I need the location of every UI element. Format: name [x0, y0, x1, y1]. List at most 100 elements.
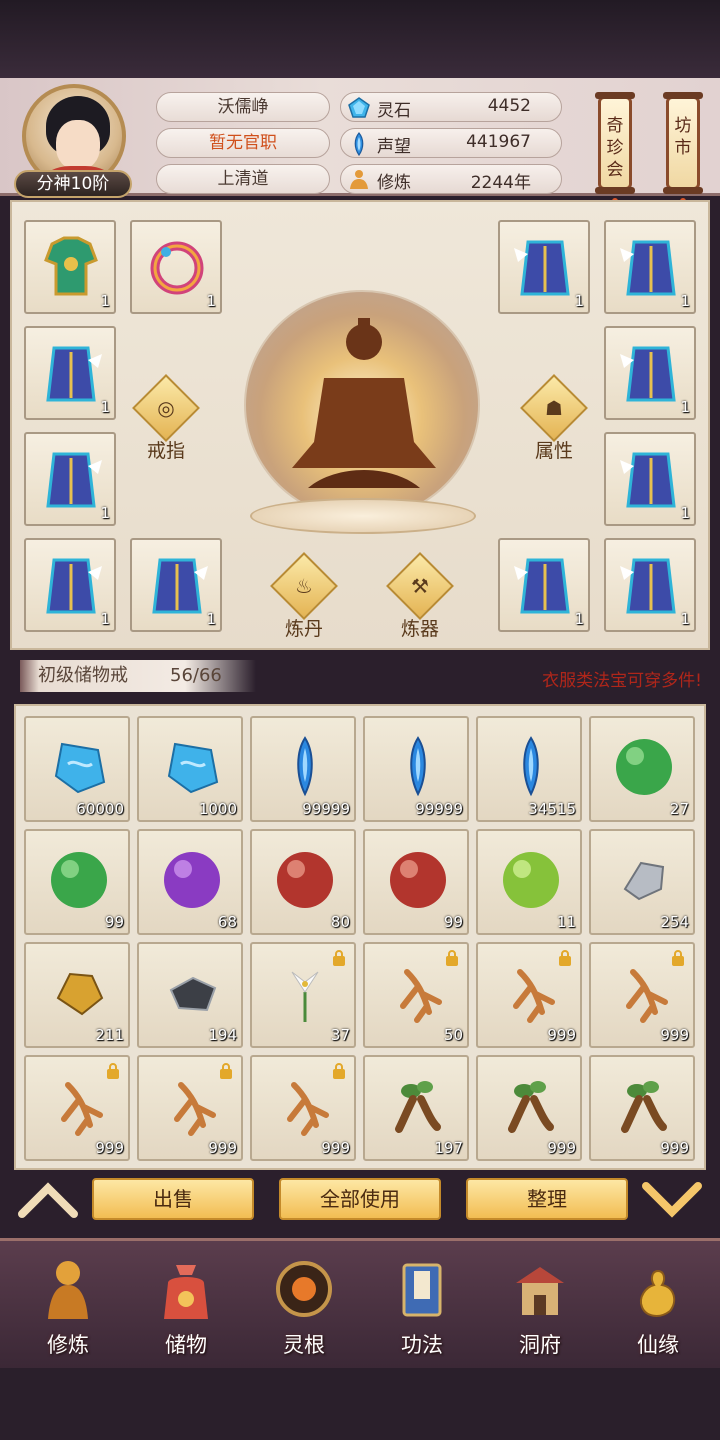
inventory-item[interactable]: 999	[476, 942, 582, 1048]
inventory-item[interactable]: 999	[250, 1055, 356, 1161]
inventory-item[interactable]: 34515	[476, 716, 582, 822]
nav-cultivate[interactable]: 修炼	[18, 1251, 118, 1363]
winged-robe-icon	[620, 240, 676, 296]
equip-slot-robe[interactable]: 1	[130, 538, 222, 632]
equip-slot-robe[interactable]: 1	[604, 220, 696, 314]
inventory-item[interactable]: 999	[589, 1055, 695, 1161]
inventory-item[interactable]: 999	[24, 1055, 130, 1161]
cultivation-icon	[350, 170, 368, 189]
inventory-item[interactable]: 27	[589, 716, 695, 822]
nav-cave-dwelling[interactable]: 洞府	[490, 1251, 590, 1363]
purple-orb-icon	[164, 852, 220, 908]
inventory-item[interactable]: 211	[24, 942, 130, 1048]
stat-label: 声望	[377, 137, 411, 157]
spirit-root-icon	[276, 1261, 332, 1317]
blue-spirit-stone-icon	[54, 742, 106, 794]
forging-button[interactable]: ⚒ 炼器	[384, 552, 456, 640]
inventory-item[interactable]: 999	[589, 942, 695, 1048]
item-quantity: 1	[100, 504, 110, 522]
blue-crystal-icon	[410, 736, 426, 797]
inventory-item[interactable]: 99999	[250, 716, 356, 822]
winged-robe-icon	[46, 452, 102, 508]
inventory-item[interactable]: 999	[476, 1055, 582, 1161]
storage-capacity: 56/66	[170, 665, 222, 686]
root-herb-icon	[395, 1081, 441, 1133]
sect-name: 上清道	[156, 164, 330, 194]
equip-slot-armor[interactable]: 1	[24, 220, 116, 314]
equip-slot-bracelet[interactable]: 1	[130, 220, 222, 314]
stat-spirit-stone: 灵石 4452	[340, 92, 562, 122]
item-quantity: 1	[574, 292, 584, 310]
ginseng-icon	[400, 969, 442, 1023]
equip-slot-robe[interactable]: 1	[498, 538, 590, 632]
item-quantity: 999	[660, 1026, 689, 1044]
inventory-item[interactable]: 194	[137, 942, 243, 1048]
nav-label: 洞府	[519, 1333, 561, 1357]
scroll-up-arrow-icon[interactable]	[16, 1180, 80, 1220]
cultivate-icon	[48, 1261, 88, 1319]
use-all-button[interactable]: 全部使用	[279, 1178, 441, 1220]
item-quantity: 197	[434, 1139, 463, 1157]
inventory-item[interactable]: 68	[137, 829, 243, 935]
inventory-item[interactable]: 99	[24, 829, 130, 935]
meditation-pedestal	[250, 498, 476, 534]
meditation-figure-disc	[244, 290, 480, 520]
item-quantity: 11	[556, 913, 576, 931]
official-post: 暂无官职	[156, 128, 330, 158]
stat-value: 441967	[466, 132, 531, 152]
equip-slot-robe[interactable]: 1	[24, 326, 116, 420]
alchemy-button[interactable]: ♨ 炼丹	[268, 552, 340, 640]
lock-icon	[333, 1063, 345, 1079]
nav-spirit-root[interactable]: 灵根	[254, 1251, 354, 1363]
equip-slot-robe[interactable]: 1	[498, 220, 590, 314]
meditating-figure-icon	[292, 318, 436, 488]
inventory-item[interactable]: 99999	[363, 716, 469, 822]
silver-ore-icon	[623, 861, 665, 901]
item-quantity: 1	[680, 610, 690, 628]
sort-button[interactable]: 整理	[466, 1178, 628, 1220]
item-quantity: 1	[206, 292, 216, 310]
stat-reputation: 声望 441967	[340, 128, 562, 158]
equip-slot-robe[interactable]: 1	[604, 326, 696, 420]
nav-immortal-fate[interactable]: 仙缘	[608, 1251, 708, 1363]
item-quantity: 999	[95, 1139, 124, 1157]
nav-technique[interactable]: 功法	[372, 1251, 472, 1363]
item-quantity: 1	[680, 504, 690, 522]
attributes-icon: ☗	[545, 396, 563, 420]
ring-icon: ◎	[157, 396, 175, 420]
item-quantity: 80	[330, 913, 350, 931]
nav-label: 储物	[165, 1333, 207, 1357]
equip-slot-robe[interactable]: 1	[24, 538, 116, 632]
inventory-item[interactable]: 999	[137, 1055, 243, 1161]
player-header: 分神10阶 沃儒峥 暂无官职 上清道 灵石 4452 声望 441967 修炼 …	[0, 78, 720, 224]
inventory-item[interactable]: 254	[589, 829, 695, 935]
inventory-item[interactable]: 60000	[24, 716, 130, 822]
inventory-item[interactable]: 197	[363, 1055, 469, 1161]
blue-crystal-icon	[297, 736, 313, 797]
treasure-fair-button[interactable]: 奇珍会	[595, 92, 635, 194]
stat-cultivation: 修炼 2244年	[340, 164, 562, 194]
item-quantity: 254	[660, 913, 689, 931]
item-quantity: 37	[330, 1026, 350, 1044]
armor-icon	[44, 236, 98, 296]
inventory-item[interactable]: 37	[250, 942, 356, 1048]
lock-icon	[446, 950, 458, 966]
inventory-item[interactable]: 11	[476, 829, 582, 935]
nav-storage[interactable]: 储物	[136, 1251, 236, 1363]
inventory-item[interactable]: 99	[363, 829, 469, 935]
item-quantity: 27	[669, 800, 689, 818]
equip-slot-robe[interactable]: 1	[24, 432, 116, 526]
item-quantity: 1	[100, 398, 110, 416]
inventory-item[interactable]: 1000	[137, 716, 243, 822]
nav-label: 灵根	[283, 1333, 325, 1357]
stat-label: 灵石	[377, 101, 411, 121]
inventory-item[interactable]: 50	[363, 942, 469, 1048]
inventory-item[interactable]: 80	[250, 829, 356, 935]
attributes-button[interactable]: ☗ 属性	[518, 374, 590, 462]
ring-button[interactable]: ◎ 戒指	[130, 374, 202, 462]
scroll-down-arrow-icon[interactable]	[640, 1180, 704, 1220]
sell-button[interactable]: 出售	[92, 1178, 254, 1220]
market-button[interactable]: 坊市	[663, 92, 703, 194]
equip-slot-robe[interactable]: 1	[604, 538, 696, 632]
equip-slot-robe[interactable]: 1	[604, 432, 696, 526]
